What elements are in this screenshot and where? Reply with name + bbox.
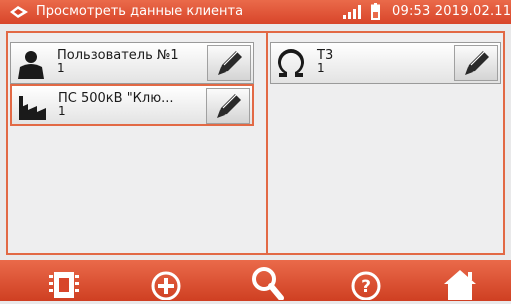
list-item-label: Пользователь №1: [57, 48, 179, 63]
svg-text:?: ?: [361, 277, 371, 297]
page-title: Просмотреть данные клиента: [36, 4, 244, 19]
add-icon: [151, 271, 181, 301]
pencil-icon: [465, 50, 489, 75]
bottom-toolbar: ?: [0, 260, 511, 301]
list-item-subtitle: 1: [317, 61, 325, 75]
pencil-icon: [217, 93, 241, 118]
battery-icon: [371, 3, 380, 20]
list-item-label: ПС 500кВ "Клю...: [58, 91, 174, 106]
memory-button[interactable]: [44, 266, 84, 300]
help-icon: ?: [351, 271, 381, 301]
memory-icon: [49, 272, 79, 298]
list-item-subtitle: 1: [57, 61, 65, 75]
add-button[interactable]: [146, 266, 186, 301]
signal-strength-icon: [343, 5, 361, 19]
list-item-object[interactable]: Т3 1: [270, 42, 501, 84]
edit-button[interactable]: [206, 88, 250, 124]
panel-divider: [266, 33, 268, 253]
list-item-subtitle: 1: [58, 104, 66, 118]
list-item-user[interactable]: Пользователь №1 1: [10, 42, 254, 84]
edit-button[interactable]: [207, 45, 251, 81]
sonel-logo-icon: [10, 6, 28, 18]
list-item-substation[interactable]: ПС 500кВ "Клю... 1: [10, 84, 254, 126]
search-button[interactable]: [248, 266, 288, 301]
user-icon: [18, 51, 44, 79]
factory-icon: [19, 96, 46, 120]
help-button[interactable]: ?: [346, 266, 386, 301]
search-icon: [252, 267, 284, 301]
edit-button[interactable]: [454, 45, 498, 81]
pencil-icon: [218, 50, 242, 75]
home-icon: [444, 270, 476, 300]
home-button[interactable]: [440, 266, 480, 300]
title-bar: Просмотреть данные клиента 09:53 2019.02…: [0, 0, 511, 24]
ohm-icon: [278, 49, 304, 77]
clock-datetime: 09:53 2019.02.11: [392, 4, 511, 19]
